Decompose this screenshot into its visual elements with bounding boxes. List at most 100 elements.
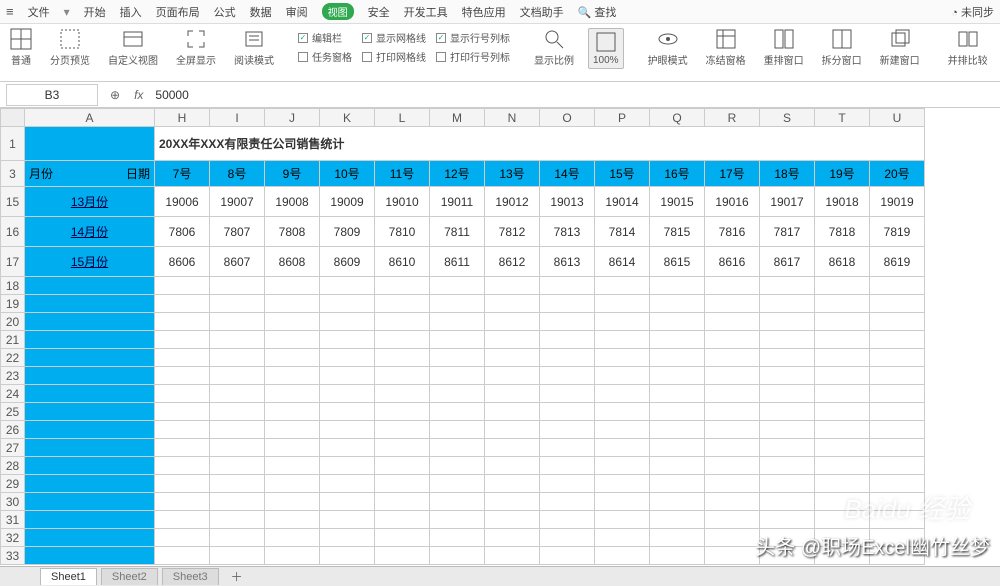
cell[interactable] [815,547,870,565]
fx-label[interactable]: fx [134,88,143,102]
cell[interactable] [155,349,210,367]
cell[interactable] [595,529,650,547]
header-day[interactable]: 17号 [705,161,760,187]
cell[interactable] [760,403,815,421]
col-head[interactable]: I [210,109,265,127]
cell[interactable] [265,547,320,565]
cell[interactable] [815,295,870,313]
data-cell[interactable]: 8615 [650,247,705,277]
cell[interactable] [430,457,485,475]
data-cell[interactable]: 19015 [650,187,705,217]
cell[interactable] [485,457,540,475]
data-cell[interactable]: 7808 [265,217,320,247]
cell[interactable] [320,439,375,457]
cell[interactable] [540,475,595,493]
cell[interactable] [650,331,705,349]
cell[interactable] [870,277,925,295]
cell[interactable] [650,547,705,565]
cell[interactable] [815,529,870,547]
row-head[interactable]: 20 [1,313,25,331]
cell[interactable] [375,349,430,367]
data-cell[interactable]: 19008 [265,187,320,217]
data-cell[interactable]: 8609 [320,247,375,277]
col-head[interactable]: U [870,109,925,127]
cell[interactable] [485,331,540,349]
cell[interactable] [25,367,155,385]
header-day[interactable]: 19号 [815,161,870,187]
cell[interactable] [485,349,540,367]
cell[interactable] [760,349,815,367]
name-box[interactable]: B3 [6,84,98,106]
menu-search[interactable]: 🔍 查找 [578,4,617,20]
ribbon-readmode[interactable]: 阅读模式 [230,28,278,67]
menu-security[interactable]: 安全 [368,4,390,20]
cell[interactable] [485,475,540,493]
cell[interactable] [650,475,705,493]
expand-icon[interactable]: ⊕ [110,88,120,102]
row-head[interactable]: 32 [1,529,25,547]
data-cell[interactable]: 8611 [430,247,485,277]
sync-status[interactable]: ◔ 未同步 [951,4,994,20]
header-day[interactable]: 15号 [595,161,650,187]
data-cell[interactable]: 19018 [815,187,870,217]
data-cell[interactable]: 7814 [595,217,650,247]
cell[interactable] [595,547,650,565]
cell[interactable] [265,529,320,547]
cell[interactable] [25,529,155,547]
cell[interactable] [540,349,595,367]
cell[interactable] [815,421,870,439]
cell[interactable] [815,385,870,403]
ribbon-split[interactable]: 拆分窗口 [818,28,866,67]
cell[interactable] [265,403,320,421]
cell[interactable] [760,295,815,313]
row-head[interactable]: 18 [1,277,25,295]
cell[interactable] [870,331,925,349]
cell[interactable] [650,439,705,457]
month-cell[interactable]: 13月份 [25,187,155,217]
row-head[interactable]: 17 [1,247,25,277]
cell[interactable] [705,367,760,385]
cell[interactable] [155,457,210,475]
col-head[interactable]: R [705,109,760,127]
cell[interactable] [25,349,155,367]
cell[interactable] [155,439,210,457]
header-day[interactable]: 11号 [375,161,430,187]
cell[interactable] [815,313,870,331]
cell[interactable] [265,511,320,529]
cell[interactable] [870,529,925,547]
cell[interactable] [815,403,870,421]
cell[interactable] [595,385,650,403]
cell[interactable] [650,313,705,331]
cell[interactable] [25,313,155,331]
cell[interactable] [265,457,320,475]
cell[interactable] [705,511,760,529]
col-head[interactable]: J [265,109,320,127]
cell[interactable] [265,439,320,457]
ribbon-customview[interactable]: 自定义视图 [104,28,162,67]
cell[interactable] [155,529,210,547]
data-cell[interactable]: 19014 [595,187,650,217]
cell[interactable] [485,385,540,403]
cell[interactable] [25,493,155,511]
cell[interactable] [430,475,485,493]
header-day[interactable]: 14号 [540,161,595,187]
cell[interactable] [265,421,320,439]
cell[interactable] [430,313,485,331]
cell[interactable] [540,295,595,313]
cell[interactable] [540,331,595,349]
cell[interactable] [265,385,320,403]
menu-file[interactable]: 文件 [28,4,50,20]
header-day[interactable]: 18号 [760,161,815,187]
cell[interactable] [485,439,540,457]
data-cell[interactable]: 7809 [320,217,375,247]
row-head[interactable]: 29 [1,475,25,493]
menu-view[interactable]: 视图 [322,3,354,20]
cell[interactable] [760,439,815,457]
cell[interactable] [210,331,265,349]
cell[interactable] [870,493,925,511]
cell[interactable] [25,547,155,565]
col-head[interactable]: T [815,109,870,127]
cell[interactable] [705,529,760,547]
cell[interactable] [540,403,595,421]
cell[interactable] [375,547,430,565]
